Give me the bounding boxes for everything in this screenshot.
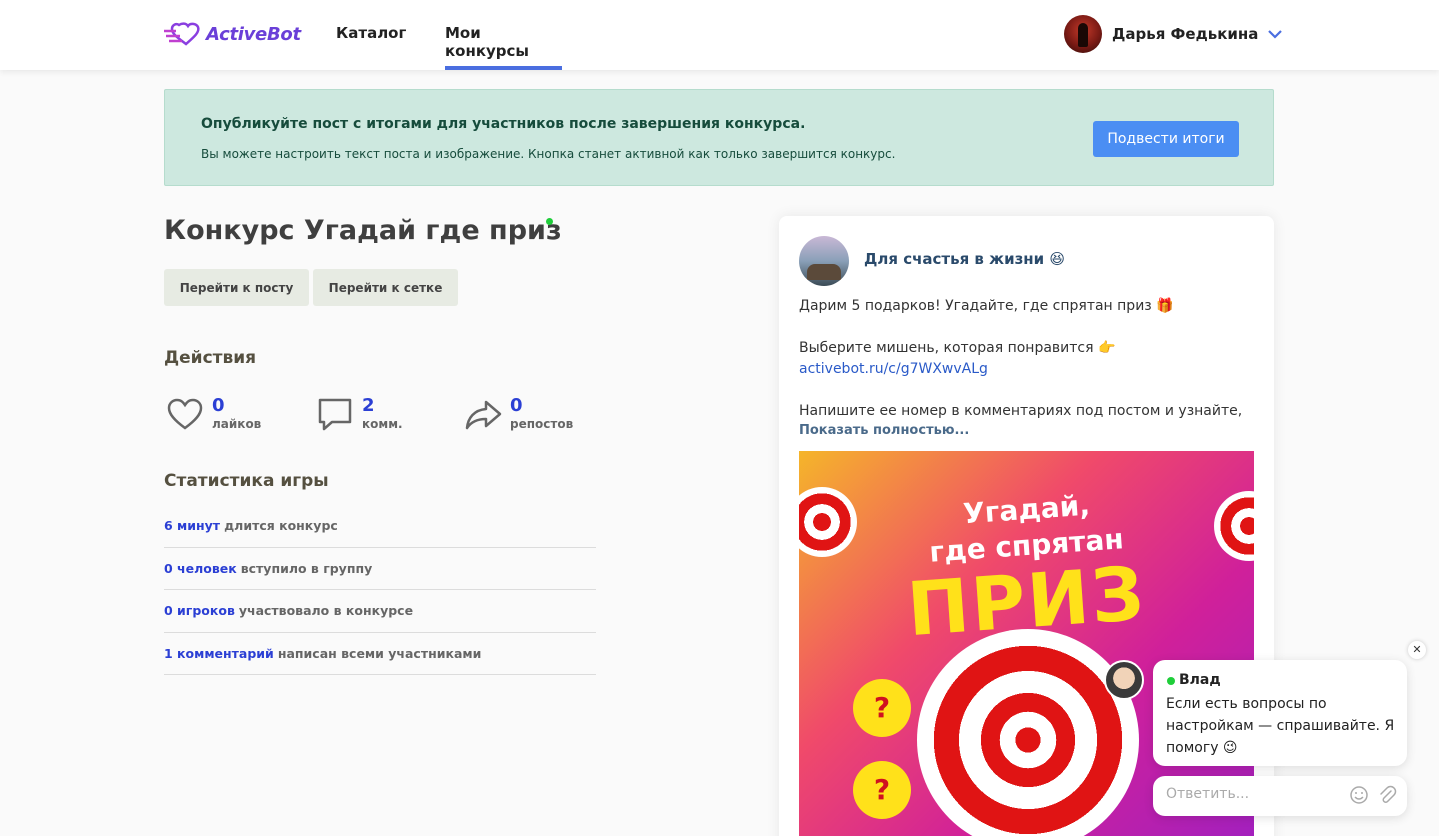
chat-message-text: Если есть вопросы по настройкам — спраши… — [1166, 696, 1395, 756]
stat-value: 0 игроков — [164, 603, 235, 619]
heart-icon — [167, 398, 203, 430]
active-status-dot — [546, 218, 553, 225]
stat-text: участвовало в конкурсе — [238, 603, 414, 619]
stat-row-duration: 6 минут длится конкурс — [164, 505, 596, 548]
chat-agent-name: Влад — [1179, 672, 1221, 688]
share-icon — [465, 400, 502, 430]
nav-my-contests[interactable]: Мои конкурсы — [445, 24, 562, 70]
summarize-button[interactable]: Подвести итоги — [1093, 121, 1239, 157]
chat-close-button[interactable]: ✕ — [1408, 641, 1426, 659]
post-line-3: Напишите ее номер в комментариях под пос… — [799, 403, 1243, 419]
stat-row-joined: 0 человек вступило в группу — [164, 548, 596, 590]
contest-title: Конкурс Угадай где приз — [164, 215, 562, 246]
stat-value: 6 минут — [164, 518, 221, 534]
logo-heart-icon — [164, 22, 200, 46]
group-name[interactable]: Для счастья в жизни 😆 — [864, 250, 1065, 268]
post-line-2: Выберите мишень, которая понравится 👉 — [799, 340, 1116, 356]
question-badge: ? — [853, 679, 911, 737]
stat-row-comments: 1 комментарий написан всеми участниками — [164, 633, 596, 675]
go-to-post-button[interactable]: Перейти к посту — [164, 269, 309, 306]
chevron-down-icon — [1268, 30, 1283, 39]
comment-icon — [318, 398, 352, 431]
emoji-icon[interactable] — [1349, 785, 1369, 805]
comments-label: комм. — [362, 417, 403, 431]
likes-label: лайков — [212, 417, 262, 431]
banner-text: Вы можете настроить текст поста и изобра… — [201, 147, 896, 161]
logo-text: ActiveBot — [206, 23, 301, 45]
reposts-label: репостов — [510, 417, 574, 431]
chat-reply-box — [1153, 776, 1407, 816]
stat-row-players: 0 игроков участвовало в конкурсе — [164, 590, 596, 633]
stat-value: 1 комментарий — [164, 645, 274, 661]
stat-text: длится конкурс — [224, 518, 338, 534]
attach-icon[interactable] — [1377, 785, 1397, 805]
stat-value: 0 человек — [164, 560, 237, 576]
chat-reply-input[interactable] — [1166, 786, 1346, 802]
user-name: Дарья Федькина — [1112, 25, 1259, 43]
post-link[interactable]: activebot.ru/c/g7WXwvALg — [799, 361, 988, 377]
question-badge: ? — [853, 761, 911, 819]
comments-count: 2 — [362, 395, 375, 416]
actions-title: Действия — [164, 348, 257, 368]
user-menu[interactable]: Дарья Федькина — [1064, 15, 1283, 53]
target-icon — [917, 629, 1139, 836]
nav-catalog[interactable]: Каталог — [336, 24, 406, 70]
stat-text: написан всеми участниками — [277, 645, 482, 661]
reposts-count: 0 — [510, 395, 523, 416]
likes-stat: 0 лайков — [166, 394, 261, 434]
stats-list: 6 минут длится конкурс 0 человек вступил… — [164, 505, 596, 675]
user-avatar — [1064, 15, 1102, 53]
stats-title: Статистика игры — [164, 471, 329, 491]
reposts-stat: 0 репостов — [464, 394, 573, 434]
banner-title: Опубликуйте пост с итогами для участнико… — [201, 116, 806, 132]
post-line-1: Дарим 5 подарков! Угадайте, где спрятан … — [799, 298, 1174, 314]
chat-message-bubble: Влад Если есть вопросы по настройкам — с… — [1153, 660, 1407, 766]
comments-stat: 2 комм. — [316, 394, 403, 434]
online-dot — [1167, 677, 1175, 685]
chat-agent-avatar — [1104, 660, 1144, 700]
show-more-link[interactable]: Показать полностью... — [799, 423, 969, 438]
top-header: ActiveBot Каталог Мои конкурсы Дарья Фед… — [0, 0, 1439, 70]
go-to-grid-button[interactable]: Перейти к сетке — [313, 269, 458, 306]
group-avatar[interactable] — [799, 236, 849, 286]
logo[interactable]: ActiveBot — [164, 22, 301, 46]
results-banner: Опубликуйте пост с итогами для участнико… — [164, 89, 1274, 186]
stat-text: вступило в группу — [240, 560, 373, 576]
likes-count: 0 — [212, 395, 225, 416]
